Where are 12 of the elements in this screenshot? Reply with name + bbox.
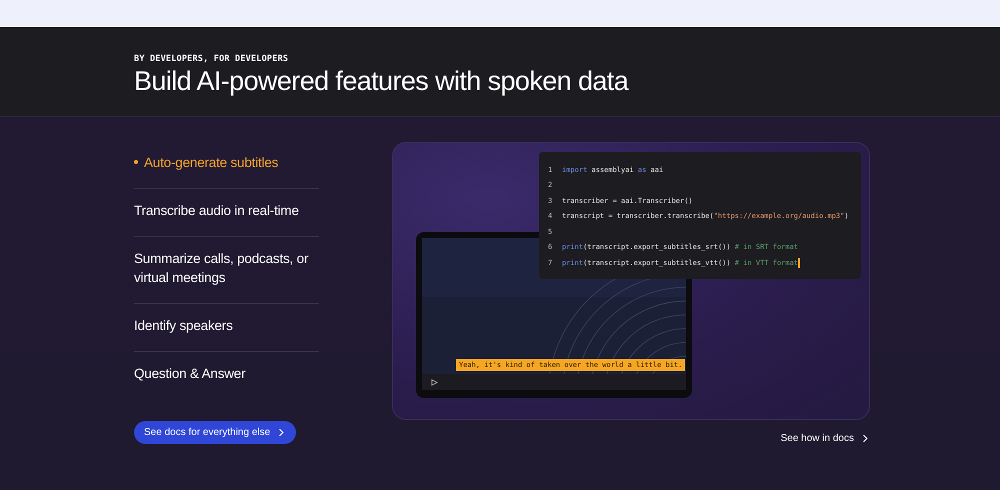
eyebrow-label: BY DEVELOPERS, FOR DEVELOPERS <box>134 53 290 64</box>
chevron-right-icon <box>278 428 284 437</box>
feature-tab[interactable]: Identify speakers <box>134 304 319 352</box>
feature-tab[interactable]: Question & Answer <box>134 352 319 399</box>
docs-button[interactable]: See docs for everything else <box>134 421 296 444</box>
chevron-right-icon <box>862 434 868 443</box>
play-icon[interactable] <box>431 378 438 386</box>
feature-tab[interactable]: Summarize calls, podcasts, or virtual meetings <box>134 237 319 304</box>
feature-tab[interactable]: Auto-generate subtitles <box>134 149 319 189</box>
docs-link[interactable]: See how in docs <box>780 433 868 444</box>
feature-tab[interactable]: Transcribe audio in real-time <box>134 189 319 237</box>
section-heading: Build AI-powered features with spoken data <box>134 66 630 97</box>
